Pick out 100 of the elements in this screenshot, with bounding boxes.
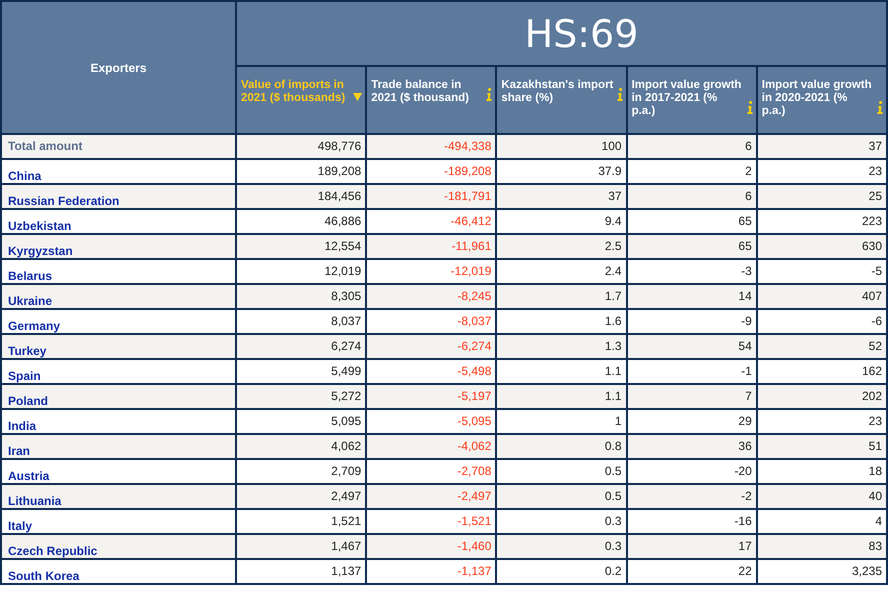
table-title: HS:69 (236, 1, 887, 66)
country-link[interactable]: South Korea (1, 559, 236, 584)
column-header: Value of imports in 2021 ($ thousands) (241, 79, 346, 105)
sort-arrow-icon[interactable] (353, 93, 362, 101)
column-header: Import value growth in 2020-2021 (% p.a.) (762, 79, 873, 118)
table-cell: 1,521 (236, 509, 366, 534)
table-cell: 2.4 (496, 259, 627, 284)
country-link[interactable]: Germany (1, 309, 236, 334)
table-cell: 54 (626, 334, 757, 359)
table-cell: 5,095 (236, 409, 366, 434)
country-link[interactable]: Czech Republic (1, 534, 236, 559)
table-cell: 23 (756, 409, 887, 434)
table-cell: 17 (626, 534, 757, 559)
table-cell: -1,521 (366, 509, 496, 534)
table-cell: -2,497 (366, 484, 496, 509)
table-cell: 189,208 (236, 159, 366, 184)
table-cell: 0.3 (496, 509, 627, 534)
table-cell: 630 (756, 234, 887, 259)
table-cell: 1,467 (236, 534, 366, 559)
table-cell: 23 (756, 159, 887, 184)
table-cell: -5 (756, 259, 887, 284)
table-cell: 12,554 (236, 234, 366, 259)
table-cell: -8,037 (366, 309, 496, 334)
country-link[interactable]: Spain (1, 359, 236, 384)
table-cell: -6 (756, 309, 887, 334)
table-cell: 12,019 (236, 259, 366, 284)
country-link[interactable]: Lithuania (1, 484, 236, 509)
table-cell: 37.9 (496, 159, 627, 184)
table-cell: 29 (626, 409, 757, 434)
table-cell: -11,961 (366, 234, 496, 259)
table-cell: 202 (756, 384, 887, 409)
table-cell: 162 (756, 359, 887, 384)
country-link[interactable]: Kyrgyzstan (1, 234, 236, 259)
table-cell: 498,776 (236, 134, 366, 159)
table-cell: 14 (626, 284, 757, 309)
table-cell: 6 (626, 184, 757, 209)
table-cell: 0.5 (496, 459, 627, 484)
table-cell: -12,019 (366, 259, 496, 284)
table-cell: 1.6 (496, 309, 627, 334)
table-cell: 36 (626, 434, 757, 459)
table-cell: 223 (756, 209, 887, 234)
table-cell: 2 (626, 159, 757, 184)
table-cell: -181,791 (366, 184, 496, 209)
column-header: Trade balance in 2021 ($ thousand) (371, 79, 470, 105)
table-cell: -1 (626, 359, 757, 384)
country-link[interactable]: India (1, 409, 236, 434)
country-link[interactable]: Russian Federation (1, 184, 236, 209)
table-cell: 407 (756, 284, 887, 309)
table-cell: -20 (626, 459, 757, 484)
column-header: Exporters (1, 1, 236, 134)
table-cell: 1.7 (496, 284, 627, 309)
table-cell: -5,197 (366, 384, 496, 409)
table-cell: 40 (756, 484, 887, 509)
table-cell: 1,137 (236, 559, 366, 584)
table-cell: 22 (626, 559, 757, 584)
table-cell: -1,137 (366, 559, 496, 584)
country-link[interactable]: Italy (1, 509, 236, 534)
table-cell: -6,274 (366, 334, 496, 359)
table-cell: -494,338 (366, 134, 496, 159)
table-cell: 1.1 (496, 359, 627, 384)
table-cell: 184,456 (236, 184, 366, 209)
table-cell: 0.5 (496, 484, 627, 509)
table-cell: -4,062 (366, 434, 496, 459)
table-cell: -8,245 (366, 284, 496, 309)
table-cell: 1.1 (496, 384, 627, 409)
country-link[interactable]: Austria (1, 459, 236, 484)
table-cell: 37 (496, 184, 627, 209)
table-cell: -3 (626, 259, 757, 284)
column-header: Kazakhstan's import share (%) (501, 79, 614, 105)
table-cell: 100 (496, 134, 627, 159)
table-cell: 9.4 (496, 209, 627, 234)
column-header: Import value growth in 2017-2021 (% p.a.) (632, 79, 742, 118)
table-cell: -1,460 (366, 534, 496, 559)
country-link[interactable]: Turkey (1, 334, 236, 359)
country-link[interactable]: Ukraine (1, 284, 236, 309)
country-link[interactable]: China (1, 159, 236, 184)
table-cell: 25 (756, 184, 887, 209)
table-cell: 51 (756, 434, 887, 459)
table-cell: 83 (756, 534, 887, 559)
table-cell: 18 (756, 459, 887, 484)
country-link[interactable]: Belarus (1, 259, 236, 284)
table-cell: 65 (626, 234, 757, 259)
table-cell: 6,274 (236, 334, 366, 359)
table-cell: Total amount (1, 134, 236, 159)
table-cell: 0.8 (496, 434, 627, 459)
table-cell: 4,062 (236, 434, 366, 459)
table-cell: -2,708 (366, 459, 496, 484)
table-cell: -189,208 (366, 159, 496, 184)
table-cell: -2 (626, 484, 757, 509)
country-link[interactable]: Poland (1, 384, 236, 409)
table-cell: 0.2 (496, 559, 627, 584)
country-link[interactable]: Iran (1, 434, 236, 459)
country-link[interactable]: Uzbekistan (1, 209, 236, 234)
table-cell: 5,499 (236, 359, 366, 384)
table-cell: 6 (626, 134, 757, 159)
table-cell: 37 (756, 134, 887, 159)
table-cell: 1.3 (496, 334, 627, 359)
table-cell: 8,037 (236, 309, 366, 334)
table-cell: 2.5 (496, 234, 627, 259)
table-cell: 46,886 (236, 209, 366, 234)
